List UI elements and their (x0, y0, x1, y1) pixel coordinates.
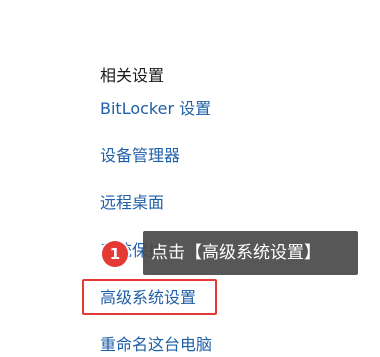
step-badge: 1 (102, 241, 128, 267)
remote-desktop-link[interactable]: 远程桌面 (100, 193, 164, 213)
device-manager-link[interactable]: 设备管理器 (100, 146, 180, 166)
bitlocker-settings-link[interactable]: BitLocker 设置 (100, 99, 211, 119)
related-settings-title: 相关设置 (100, 66, 165, 85)
rename-pc-link[interactable]: 重命名这台电脑 (100, 335, 212, 355)
instruction-tooltip: 点击【高级系统设置】 (143, 231, 358, 275)
highlight-box (82, 279, 217, 315)
